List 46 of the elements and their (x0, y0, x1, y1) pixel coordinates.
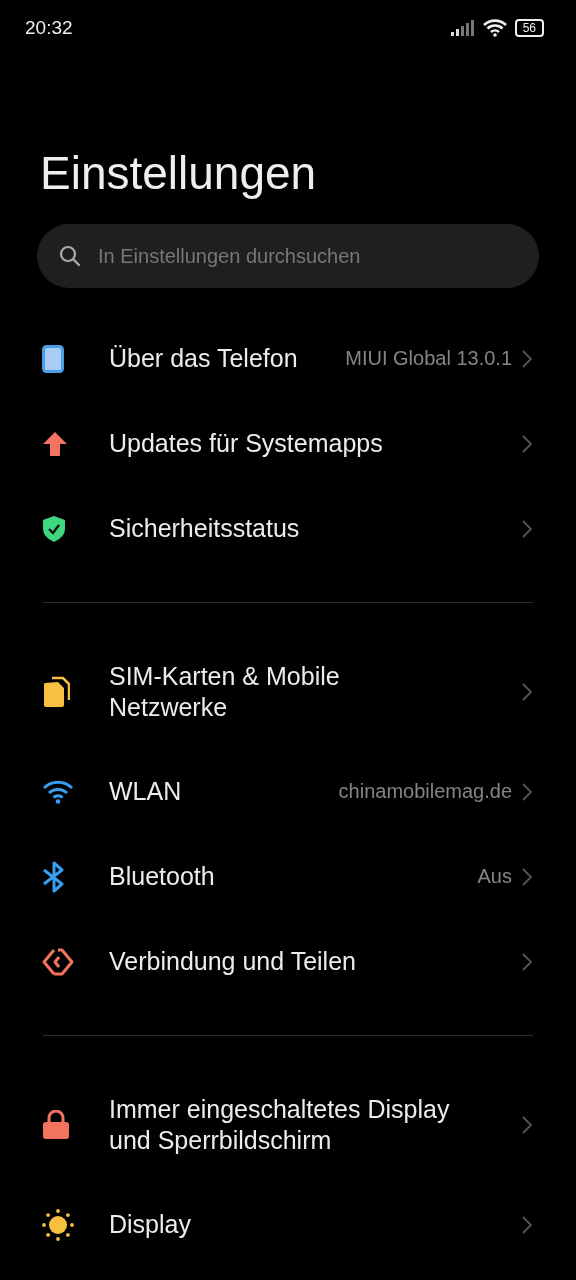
item-value: chinamobilemag.de (338, 780, 512, 803)
settings-item[interactable]: WLAN chinamobilemag.de (0, 749, 576, 834)
item-label: Über das Telefon (109, 343, 299, 374)
item-label: Sicherheitsstatus (109, 513, 301, 544)
page-title: Einstellungen (40, 146, 318, 200)
chevron-icon (522, 682, 532, 701)
wifi-icon (482, 19, 507, 37)
status-time: 20:32 (25, 17, 73, 39)
settings-item[interactable]: Über das Telefon MIUI Global 13.0.1 (0, 316, 576, 401)
phone-icon (42, 344, 64, 373)
settings-item[interactable]: Sicherheitsstatus (0, 486, 576, 571)
wifi-icon (42, 779, 74, 804)
settings-item[interactable]: Immer eingeschaltetes Display und Sperrbildschirm (0, 1067, 576, 1182)
settings-item[interactable]: SIM-Karten & Mobile Netzwerke (0, 634, 576, 749)
shield-check-icon (42, 514, 66, 543)
chevron-icon (522, 349, 532, 368)
item-label: WLAN (109, 776, 183, 807)
chevron-icon (522, 1215, 532, 1234)
settings-item[interactable]: Bluetooth Aus (0, 834, 576, 919)
item-label: Updates für Systemapps (109, 428, 384, 459)
chevron-icon (522, 952, 532, 971)
bluetooth-icon (42, 860, 66, 893)
settings-item[interactable]: Display (0, 1182, 576, 1267)
sun-icon (42, 1208, 74, 1241)
share-icon (42, 946, 74, 977)
item-label: Display (109, 1209, 192, 1240)
chevron-icon (522, 1115, 532, 1134)
battery-indicator: 56 (514, 19, 544, 37)
item-value: MIUI Global 13.0.1 (345, 347, 512, 370)
item-value: Aus (477, 865, 512, 888)
search-icon (59, 245, 81, 267)
sim-card-icon (42, 675, 70, 708)
chevron-icon (522, 519, 532, 538)
chevron-icon (522, 434, 532, 453)
item-label: SIM-Karten & Mobile Netzwerke (109, 660, 341, 723)
settings-item[interactable]: Updates für Systemapps (0, 401, 576, 486)
search-field[interactable]: In Einstellungen durchsuchen (37, 224, 539, 288)
arrow-up-icon (42, 430, 68, 457)
item-label: Bluetooth (109, 861, 216, 892)
chevron-icon (522, 867, 532, 886)
settings-item[interactable]: Verbindung und Teilen (0, 919, 576, 1004)
chevron-icon (522, 782, 532, 801)
lock-icon (42, 1109, 70, 1140)
signal-icon (450, 20, 475, 36)
item-label: Immer eingeschaltetes Display und Sperrbildschirm (109, 1093, 451, 1156)
item-label: Verbindung und Teilen (109, 946, 357, 977)
